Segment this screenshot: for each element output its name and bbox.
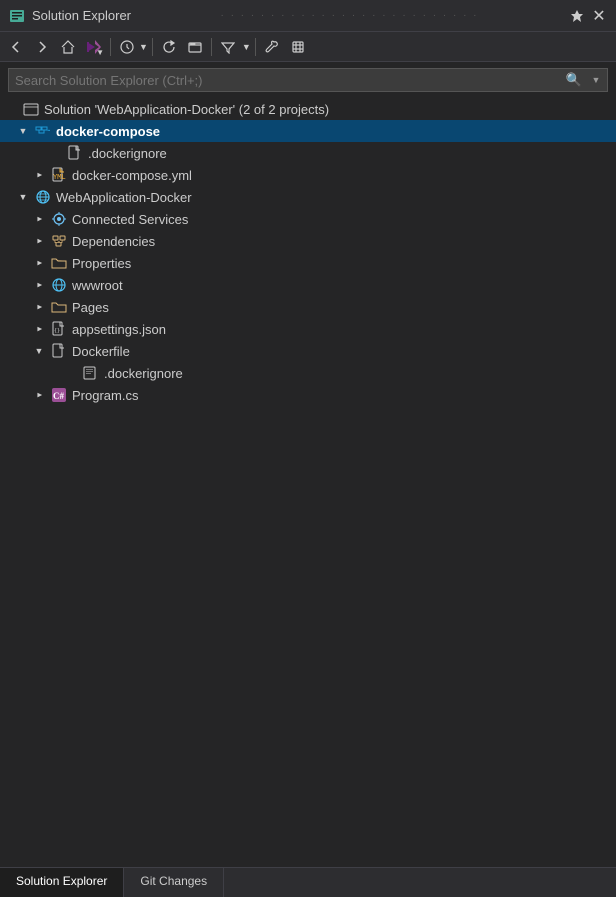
- connected-services-item[interactable]: ▼ Connected Services: [0, 208, 616, 230]
- docker-compose-yml-item[interactable]: ▼ YML docker-compose.yml: [0, 164, 616, 186]
- appsettings-icon: {}: [50, 320, 68, 338]
- pages-expand[interactable]: ▼: [32, 300, 46, 314]
- home-button[interactable]: [56, 35, 80, 59]
- sync-button[interactable]: [286, 35, 310, 59]
- solution-explorer-icon: [8, 7, 26, 25]
- dependencies-label: Dependencies: [72, 234, 155, 249]
- search-input[interactable]: [9, 73, 563, 88]
- separator-2: [152, 38, 153, 56]
- appsettings-label: appsettings.json: [72, 322, 166, 337]
- close-button[interactable]: ✕: [590, 7, 608, 25]
- search-bar[interactable]: 🔍 ▼: [8, 68, 608, 92]
- separator-1: [110, 38, 111, 56]
- solution-item[interactable]: Solution 'WebApplication-Docker' (2 of 2…: [0, 98, 616, 120]
- properties-button[interactable]: [183, 35, 207, 59]
- solution-explorer-window: Solution Explorer · · · · · · · · · · · …: [0, 0, 616, 897]
- webapplication-expand[interactable]: ▼: [16, 190, 30, 204]
- solution-tree: Solution 'WebApplication-Docker' (2 of 2…: [0, 98, 616, 867]
- properties-label: Properties: [72, 256, 131, 271]
- search-container: 🔍 ▼: [0, 62, 616, 98]
- docker-compose-label: docker-compose: [56, 124, 160, 139]
- dependencies-item[interactable]: ▼ Dependencies: [0, 230, 616, 252]
- dockerfile-icon: [50, 342, 68, 360]
- visual-studio-button[interactable]: ▼: [82, 35, 106, 59]
- solution-icon: [22, 100, 40, 118]
- docker-compose-item[interactable]: ▼ docker-compose: [0, 120, 616, 142]
- connected-services-icon: [50, 210, 68, 228]
- pages-icon: [50, 298, 68, 316]
- title-bar-left: Solution Explorer: [8, 7, 131, 25]
- docker-compose-expand[interactable]: ▼: [16, 124, 30, 138]
- pages-label: Pages: [72, 300, 109, 315]
- svg-text:YML: YML: [53, 173, 66, 181]
- refresh-button[interactable]: [157, 35, 181, 59]
- program-cs-icon: C#: [50, 386, 68, 404]
- tab-solution-explorer[interactable]: Solution Explorer: [0, 868, 124, 897]
- dockerfile-item[interactable]: ▼ Dockerfile: [0, 340, 616, 362]
- filter-button[interactable]: [216, 35, 240, 59]
- dependencies-expand[interactable]: ▼: [32, 234, 46, 248]
- separator-4: [255, 38, 256, 56]
- history-dropdown[interactable]: ▼: [139, 42, 148, 52]
- svg-text:C#: C#: [53, 391, 64, 401]
- tab-git-changes[interactable]: Git Changes: [124, 868, 224, 897]
- docker-compose-yml-icon: YML: [50, 166, 68, 184]
- toolbar: ▼ ▼: [0, 32, 616, 62]
- search-dropdown-icon[interactable]: ▼: [585, 69, 607, 91]
- appsettings-expand[interactable]: ▼: [32, 322, 46, 336]
- forward-button[interactable]: [30, 35, 54, 59]
- history-button[interactable]: [115, 35, 139, 59]
- separator-3: [211, 38, 212, 56]
- wwwroot-icon: [50, 276, 68, 294]
- properties-item[interactable]: ▼ Properties: [0, 252, 616, 274]
- title-bar: Solution Explorer · · · · · · · · · · · …: [0, 0, 616, 32]
- appsettings-item[interactable]: ▼ {} appsettings.json: [0, 318, 616, 340]
- program-cs-label: Program.cs: [72, 388, 138, 403]
- webapplication-docker-label: WebApplication-Docker: [56, 190, 192, 205]
- wrench-button[interactable]: [260, 35, 284, 59]
- filter-dropdown[interactable]: ▼: [242, 42, 251, 52]
- dockerignore-1-label: .dockerignore: [88, 146, 167, 161]
- properties-expand[interactable]: ▼: [32, 256, 46, 270]
- title-bar-controls: ✕: [568, 7, 608, 25]
- wwwroot-item[interactable]: ▼ wwwroot: [0, 274, 616, 296]
- dockerfile-label: Dockerfile: [72, 344, 130, 359]
- dockerignore-1-item[interactable]: .dockerignore: [0, 142, 616, 164]
- docker-compose-icon: [34, 122, 52, 140]
- wwwroot-expand[interactable]: ▼: [32, 278, 46, 292]
- dockerignore-1-icon: [66, 144, 84, 162]
- search-icon: 🔍: [563, 69, 585, 91]
- program-cs-expand[interactable]: ▼: [32, 388, 46, 402]
- pages-item[interactable]: ▼ Pages: [0, 296, 616, 318]
- solution-label: Solution 'WebApplication-Docker' (2 of 2…: [44, 102, 329, 117]
- dockerfile-expand[interactable]: ▼: [32, 344, 46, 358]
- properties-icon: [50, 254, 68, 272]
- docker-compose-yml-expand[interactable]: ▼: [32, 168, 46, 182]
- wwwroot-label: wwwroot: [72, 278, 123, 293]
- title-dots: · · · · · · · · · · · · · · · · · · · · …: [131, 10, 568, 21]
- docker-compose-yml-label: docker-compose.yml: [72, 168, 192, 183]
- program-cs-item[interactable]: ▼ C# Program.cs: [0, 384, 616, 406]
- bottom-tabs: Solution Explorer Git Changes: [0, 867, 616, 897]
- window-title: Solution Explorer: [32, 8, 131, 23]
- connected-services-label: Connected Services: [72, 212, 188, 227]
- connected-services-expand[interactable]: ▼: [32, 212, 46, 226]
- back-button[interactable]: [4, 35, 28, 59]
- webapplication-icon: [34, 188, 52, 206]
- webapplication-docker-item[interactable]: ▼ WebApplication-Docker: [0, 186, 616, 208]
- dockerignore-2-icon: [82, 364, 100, 382]
- pin-button[interactable]: [568, 7, 586, 25]
- dockerignore-2-item[interactable]: .dockerignore: [0, 362, 616, 384]
- dockerignore-2-label: .dockerignore: [104, 366, 183, 381]
- dependencies-icon: [50, 232, 68, 250]
- svg-text:{}: {}: [54, 328, 60, 334]
